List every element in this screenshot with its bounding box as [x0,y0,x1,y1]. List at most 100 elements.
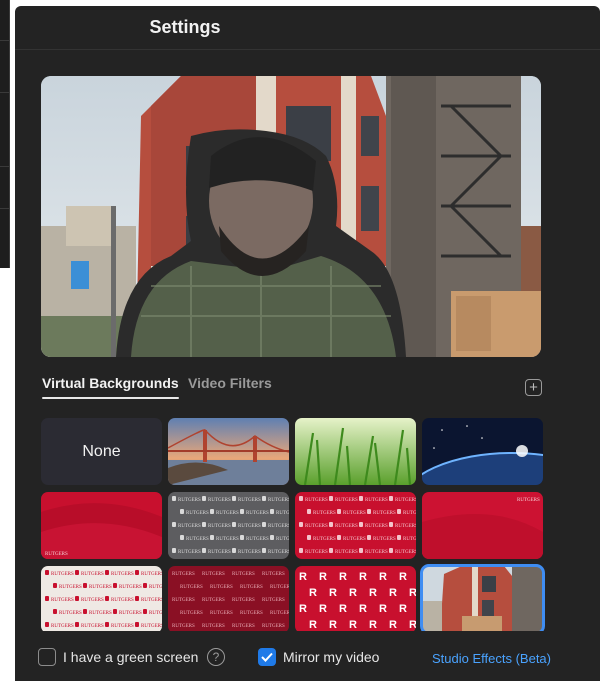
rutgers-logo-text: RUTGERS [365,524,388,529]
r-letter: R [339,603,347,615]
background-earth-from-space[interactable] [422,418,543,485]
r-letter: R [309,619,317,631]
shield-mark [262,548,266,553]
shield-mark [180,509,184,514]
rutgers-logo-text: RUTGERS [172,598,195,603]
shield-mark [359,522,363,527]
tab-video-filters[interactable]: Video Filters [188,375,272,391]
shield-mark [232,548,236,553]
none-label: None [82,442,121,460]
rutgers-logo-text: RUTGERS [45,552,68,557]
shield-mark [45,570,49,575]
shield-mark [307,535,311,540]
rutgers-logo-text: RUTGERS [81,572,104,577]
shield-mark [397,535,401,540]
background-white-logo-pattern[interactable]: RUTGERS RUTGERS RUTGERS RUTGERS RUTGERS RUTGE… [41,566,162,631]
background-window [0,0,10,268]
rutgers-logo-text: RUTGERS [343,511,366,516]
background-red-gradient-logo[interactable]: RUTGERS [422,492,543,559]
r-letter: R [389,587,397,599]
shield-mark [329,522,333,527]
shield-mark [240,535,244,540]
shield-mark [337,535,341,540]
background-red-r-pattern[interactable]: RRRRRRRRRRRRRRRRRRRRRRRR [295,566,416,631]
background-red-logo-pattern[interactable]: RUTGERS RUTGERS RUTGERS RUTGERS RUTGERS RUTGE… [295,492,416,559]
studio-effects-link[interactable]: Studio Effects (Beta) [432,651,551,666]
add-background-button[interactable]: + [525,379,542,396]
tab-virtual-backgrounds[interactable]: Virtual Backgrounds [42,375,179,399]
shield-mark [105,622,109,627]
rutgers-logo-text: RUTGERS [111,572,134,577]
pattern-graphic: R R R R R RR R R R R RR R R R R RR R R R R R [299,571,416,631]
checkmark-icon [261,652,273,662]
background-golden-gate-bridge[interactable] [168,418,289,485]
rutgers-logo-text: RUTGERS [89,611,112,616]
background-tabs: Virtual Backgrounds Video Filters + [41,371,543,401]
shield-mark [75,570,79,575]
rutgers-logo-text: RUTGERS [210,585,233,590]
rutgers-logo-text: RUTGERS [202,598,225,603]
rutgers-logo-text: RUTGERS [313,511,336,516]
shield-mark [359,496,363,501]
background-none[interactable]: None [41,418,162,485]
rutgers-logo-text: RUTGERS [172,572,195,577]
rutgers-logo-text: RUTGERS [276,537,289,542]
rutgers-logo-text: RUTGERS [343,537,366,542]
shield-mark [105,596,109,601]
rutgers-logo-text: RUTGERS [365,498,388,503]
rutgers-logo-text: RUTGERS [119,611,142,616]
background-gray-logo-pattern[interactable]: RUTGERS RUTGERS RUTGERS RUTGERS RUTGERS RUTGE… [168,492,289,559]
rutgers-logo-text: RUTGERS [305,524,328,529]
mirror-video-checkbox[interactable] [258,648,276,666]
dialog-title: Settings [149,17,221,37]
shield-mark [299,548,303,553]
shield-mark [270,509,274,514]
rutgers-logo-text: RUTGERS [395,498,416,503]
logo-pattern: RUTGERS RUTGERS RUTGERS RUTGERS RUTGERS RUTGE… [168,566,289,631]
shield-mark [359,548,363,553]
rutgers-logo-text: RUTGERS [335,524,358,529]
shield-mark [299,522,303,527]
shield-mark [75,596,79,601]
rutgers-logo-text: RUTGERS [208,524,231,529]
rutgers-logo-text: RUTGERS [246,537,269,542]
rutgers-logo-text: RUTGERS [403,537,416,542]
question-mark-icon[interactable]: ? [207,648,225,666]
rutgers-logo-text: RUTGERS [373,537,396,542]
r-letter: R [369,587,377,599]
background-red-wave-logo[interactable]: RUTGERS [41,492,162,559]
rutgers-logo-text: RUTGERS [262,624,285,629]
rutgers-logo-text: RUTGERS [180,611,203,616]
rutgers-logo-text: RUTGERS [517,498,540,503]
rutgers-logo-text: RUTGERS [202,572,225,577]
rutgers-logo-text: RUTGERS [178,550,201,555]
rutgers-logo-text: RUTGERS [149,585,162,590]
rutgers-logo-text: RUTGERS [395,550,416,555]
green-screen-checkbox[interactable] [38,648,56,666]
r-letter: R [319,603,327,615]
shield-mark [45,596,49,601]
rutgers-logo-text: RUTGERS [373,511,396,516]
rutgers-logo-text: RUTGERS [276,511,289,516]
background-city-building[interactable] [420,564,545,631]
rutgers-logo-text: RUTGERS [210,611,233,616]
rutgers-logo-text: RUTGERS [186,511,209,516]
rutgers-logo-text: RUTGERS [59,611,82,616]
pattern-graphic: RUTGERS RUTGERS RUTGERS RUTGERS RUTGERS RUTGE… [172,496,289,555]
rutgers-logo-text: RUTGERS [208,550,231,555]
r-letter: R [319,571,327,583]
r-letter: R [299,571,307,583]
logo-pattern: RUTGERS RUTGERS RUTGERS RUTGERS RUTGERS RUTGE… [41,566,162,631]
shield-mark [202,496,206,501]
shield-mark [367,509,371,514]
shield-mark [232,522,236,527]
shield-mark [83,609,87,614]
rutgers-logo-text: RUTGERS [305,498,328,503]
plus-icon: + [529,379,538,396]
background-dark-red-logo-pattern[interactable]: RUTGERS RUTGERS RUTGERS RUTGERS RUTGERS RUTGE… [168,566,289,631]
rutgers-logo-text: RUTGERS [141,598,162,603]
background-grass[interactable] [295,418,416,485]
pattern-graphic: RUTGERS RUTGERS RUTGERS RUTGERS RUTGERS RUTGE… [172,572,289,629]
logo-pattern: RUTGERS RUTGERS RUTGERS RUTGERS RUTGERS RUTGE… [295,492,416,559]
r-letter: R [409,587,416,599]
